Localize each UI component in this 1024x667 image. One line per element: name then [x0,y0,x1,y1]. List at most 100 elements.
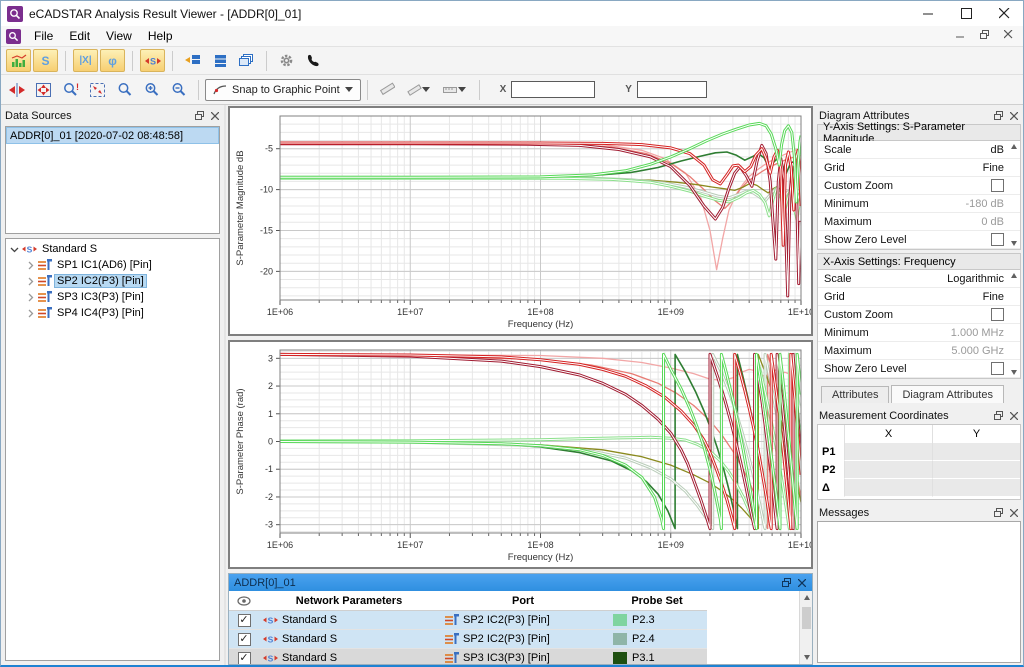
float-panel-icon[interactable] [194,111,204,121]
phase-chart[interactable]: 3210-1-2-31E+061E+071E+081E+091E+10Frequ… [228,340,813,569]
measure-button[interactable] [375,78,400,101]
property-value[interactable]: 0 dB [981,216,1004,228]
x-value-cell[interactable] [844,479,932,497]
standard-s-button[interactable]: S [140,49,165,72]
property-value[interactable]: 1.000 MHz [951,327,1004,339]
mdi-minimize-button[interactable] [953,30,967,42]
s-parameter-button[interactable]: S [33,49,58,72]
property-label: Custom Zoom [824,180,991,192]
property-checkbox[interactable] [991,308,1004,321]
property-checkbox[interactable] [991,362,1004,375]
visibility-checkbox[interactable]: ✓ [238,652,251,665]
fit-all-button[interactable] [31,78,56,101]
y-value-cell[interactable] [932,443,1020,461]
visibility-checkbox[interactable]: ✓ [238,633,251,646]
menu-view[interactable]: View [98,27,140,45]
property-value[interactable]: dB [991,144,1004,156]
float-panel-icon[interactable] [781,578,791,588]
menu-help[interactable]: Help [140,27,181,45]
maximize-button[interactable] [947,1,985,26]
y-coordinate-input[interactable] [637,81,707,98]
visibility-checkbox[interactable]: ✓ [238,614,251,627]
tree-item[interactable]: SP3 IC3(P3) [Pin] [6,289,219,305]
expander-icon[interactable] [26,309,35,318]
messages-content [817,521,1021,663]
visibility-cell: ✓ [229,614,259,627]
scroll-down-icon[interactable] [1011,370,1017,375]
results-scrollbar[interactable] [799,591,812,664]
expander-icon[interactable] [26,293,35,302]
property-value[interactable]: 5.000 GHz [951,345,1004,357]
float-panel-icon[interactable] [993,411,1003,421]
tree-item[interactable]: SP1 IC1(AD6) [Pin] [6,257,219,273]
scroll-down-icon[interactable] [1011,241,1017,246]
property-value[interactable]: Fine [983,162,1004,174]
close-panel-icon[interactable] [1009,411,1019,421]
property-checkbox[interactable] [991,233,1004,246]
close-button[interactable] [985,1,1023,26]
measure-band-dropdown[interactable] [438,78,472,101]
scroll-up-icon[interactable] [1011,273,1017,278]
x-value-cell[interactable] [844,443,932,461]
x-value-cell[interactable] [844,461,932,479]
settings-button[interactable] [274,49,299,72]
close-panel-icon[interactable] [1009,111,1019,121]
tree-item-label: SP3 IC3(P3) [Pin] [55,291,146,303]
data-source-item[interactable]: ADDR[0]_01 [2020-07-02 08:48:58] [6,127,219,144]
zoom-fit-button[interactable] [85,78,110,101]
close-panel-icon[interactable] [1009,508,1019,518]
results-row[interactable]: ✓SStandard SSP2 IC2(P3) [Pin]P2.3 [229,611,707,630]
y-value-cell[interactable] [932,479,1020,497]
menu-file[interactable]: File [26,27,61,45]
menu-edit[interactable]: Edit [61,27,98,45]
snap-mode-dropdown[interactable]: Snap to Graphic Point [205,79,361,101]
chevron-down-icon [458,87,466,92]
mdi-close-button[interactable] [1001,30,1015,42]
tile-horizontal-button[interactable] [207,49,232,72]
expander-icon[interactable] [10,245,19,254]
waveform-chart-button[interactable] [6,49,31,72]
minimize-button[interactable] [909,1,947,26]
tree-item[interactable]: SP4 IC4(P3) [Pin] [6,305,219,321]
band-ruler-icon [443,84,458,96]
tree-item[interactable]: SP2 IC2(P3) [Pin] [6,273,219,289]
tree-root-standard-s[interactable]: SStandard S [6,241,219,257]
mdi-restore-button[interactable] [977,30,991,42]
magnitude-button[interactable]: |X| [73,49,98,72]
property-value[interactable]: Fine [983,291,1004,303]
scroll-down-icon[interactable] [800,651,812,664]
zoom-out-button[interactable] [166,78,191,101]
close-panel-icon[interactable] [797,578,807,588]
property-value[interactable]: -180 dB [965,198,1004,210]
fit-horizontal-button[interactable] [4,78,29,101]
expander-icon[interactable] [26,277,35,286]
float-panel-icon[interactable] [993,508,1003,518]
close-panel-icon[interactable] [210,111,220,121]
results-row[interactable]: ✓SStandard SSP3 IC3(P3) [Pin]P3.1 [229,649,707,664]
probe-set-cell: P2.3 [607,614,707,626]
contact-support-button[interactable] [301,49,326,72]
document-icon[interactable] [6,29,21,44]
tab-diagram-attributes[interactable]: Diagram Attributes [891,385,1003,403]
property-checkbox[interactable] [991,179,1004,192]
magnitude-chart[interactable]: -5-10-15-201E+061E+071E+081E+091E+10Freq… [228,106,813,336]
float-panel-icon[interactable] [993,111,1003,121]
new-diagram-button[interactable] [180,49,205,72]
scroll-up-icon[interactable] [800,591,812,604]
x-coordinate-input[interactable] [511,81,595,98]
zoom-in-button[interactable] [139,78,164,101]
view-toolbar: ! Snap to Graphic Point [1,75,1023,105]
y-value-cell[interactable] [932,461,1020,479]
expander-icon[interactable] [26,261,35,270]
results-row[interactable]: ✓SStandard SSP2 IC2(P3) [Pin]P2.4 [229,630,707,649]
zoom-window-button[interactable] [112,78,137,101]
tab-attributes[interactable]: Attributes [821,386,889,403]
measure-mode-dropdown[interactable] [402,78,436,101]
phase-button[interactable]: φ [100,49,125,72]
attributes-tab-bar: AttributesDiagram Attributes [815,385,1023,403]
scroll-up-icon[interactable] [1011,144,1017,149]
scrollbar-thumb[interactable] [802,607,811,629]
property-value[interactable]: Logarithmic [947,273,1004,285]
zoom-previous-button[interactable]: ! [58,78,83,101]
cascade-windows-button[interactable] [234,49,259,72]
